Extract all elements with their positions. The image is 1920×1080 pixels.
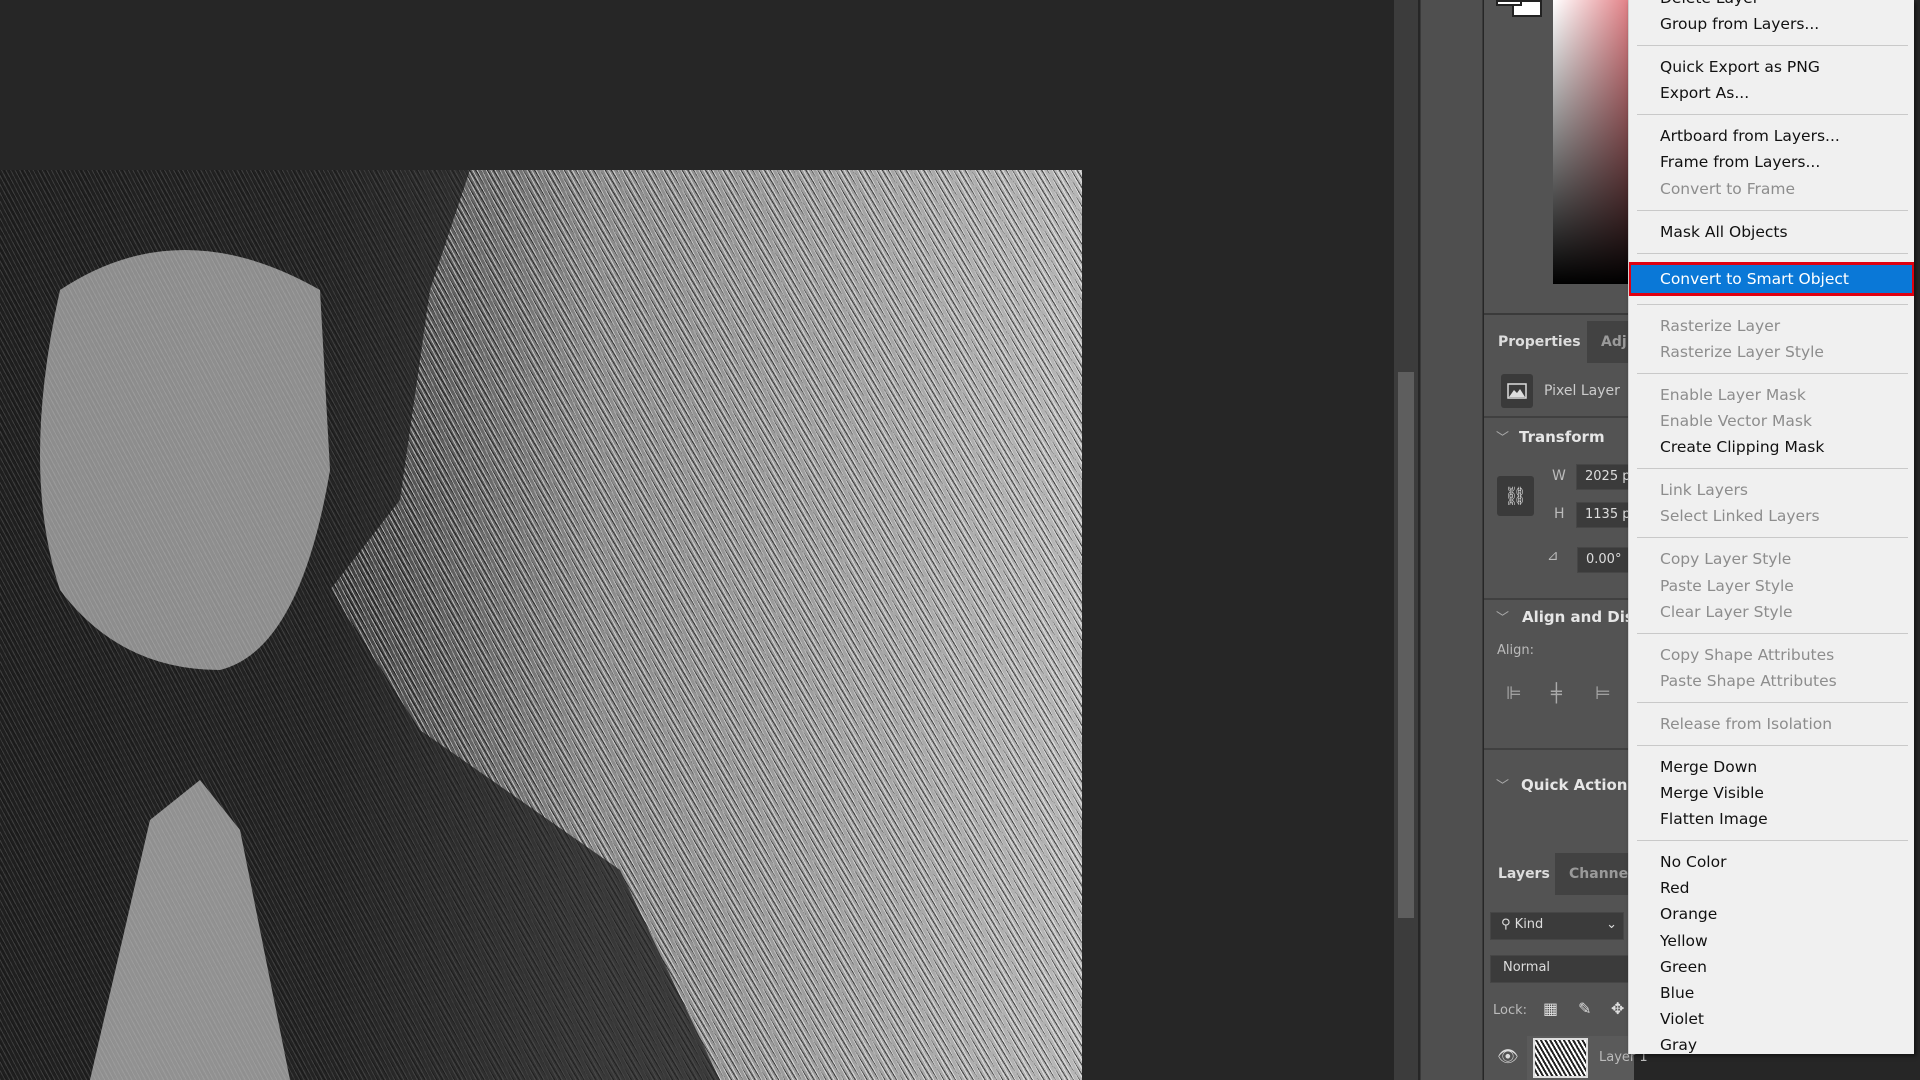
tab-layers[interactable]: Layers [1484, 853, 1555, 895]
menu-item-orange[interactable]: Orange [1629, 901, 1914, 927]
link-dimensions-icon[interactable]: ⛓ [1497, 476, 1534, 516]
blend-mode-select[interactable]: Normal [1490, 955, 1630, 983]
menu-separator [1629, 106, 1914, 123]
panel-dock-strip [1420, 0, 1483, 1080]
menu-item-convert-to-smart-object[interactable]: Convert to Smart Object [1629, 261, 1914, 296]
align-right-icon[interactable]: ⊨ [1595, 683, 1611, 704]
transform-section-title[interactable]: Transform [1519, 428, 1605, 446]
layer-thumbnail [1533, 1038, 1588, 1078]
menu-item-export-as[interactable]: Export As... [1629, 80, 1914, 106]
menu-item-artboard-from-layers[interactable]: Artboard from Layers... [1629, 123, 1914, 149]
foreground-color-swatch[interactable] [1496, 0, 1522, 6]
layer-type-label: Pixel Layer [1544, 383, 1620, 399]
sketch-figure [0, 170, 720, 1080]
divider [1484, 416, 1634, 418]
height-label: H [1554, 506, 1565, 522]
layer-context-menu: Delete LayerGroup from Layers... Quick Ex… [1628, 0, 1914, 1054]
menu-item-convert-to-frame: Convert to Frame [1660, 179, 1795, 198]
scrollbar-thumb[interactable] [1398, 372, 1414, 918]
menu-separator [1629, 694, 1914, 711]
menu-item-yellow[interactable]: Yellow [1629, 928, 1914, 954]
menu-item-no-color[interactable]: No Color [1629, 849, 1914, 875]
menu-item-rasterize-layer: Rasterize Layer [1660, 316, 1781, 335]
quick-actions-title[interactable]: Quick Actions [1521, 776, 1636, 794]
menu-separator [1629, 529, 1914, 546]
chevron-down-icon[interactable]: ﹀ [1496, 607, 1509, 626]
menu-item-violet[interactable]: Violet [1629, 1006, 1914, 1032]
divider [1484, 598, 1634, 600]
menu-separator [1629, 245, 1914, 262]
menu-item-release-from-isolation: Release from Isolation [1660, 714, 1833, 733]
pixel-layer-icon [1501, 374, 1533, 408]
tab-properties[interactable]: Properties [1484, 321, 1587, 363]
menu-item-paste-shape-attributes: Paste Shape Attributes [1660, 671, 1837, 690]
search-icon: ⚲ [1501, 917, 1511, 932]
menu-item-copy-layer-style: Copy Layer Style [1660, 550, 1792, 569]
menu-item-flatten-image[interactable]: Flatten Image [1629, 806, 1914, 832]
menu-item-link-layers: Link Layers [1660, 481, 1748, 500]
layers-tabbar: Layers Channe [1484, 853, 1634, 895]
menu-item-merge-visible[interactable]: Merge Visible [1629, 780, 1914, 806]
menu-item-merge-down[interactable]: Merge Down [1629, 754, 1914, 780]
menu-item-gray[interactable]: Gray [1629, 1032, 1914, 1054]
menu-separator [1629, 460, 1914, 477]
menu-item-create-clipping-mask[interactable]: Create Clipping Mask [1629, 434, 1914, 460]
menu-item-rasterize-layer-style: Rasterize Layer Style [1660, 342, 1824, 361]
menu-item-enable-layer-mask: Enable Layer Mask [1660, 385, 1806, 404]
menu-separator [1629, 296, 1914, 313]
menu-item-clear-layer-style: Clear Layer Style [1660, 602, 1793, 621]
tab-channels[interactable]: Channe [1555, 853, 1635, 895]
chevron-down-icon: ⌄ [1606, 917, 1617, 932]
menu-separator [1629, 365, 1914, 382]
align-left-icon[interactable]: ⊫ [1506, 683, 1522, 704]
width-input[interactable]: 2025 p [1576, 464, 1636, 490]
menu-separator [1629, 737, 1914, 754]
menu-item-paste-layer-style: Paste Layer Style [1660, 576, 1794, 595]
chevron-down-icon[interactable]: ﹀ [1496, 775, 1509, 794]
lock-position-icon[interactable]: ✥ [1611, 999, 1624, 1018]
document-image[interactable] [0, 170, 1082, 1080]
menu-item-copy-shape-attributes: Copy Shape Attributes [1660, 645, 1835, 664]
menu-separator [1629, 37, 1914, 54]
menu-item-blue[interactable]: Blue [1629, 980, 1914, 1006]
layer-filter-select[interactable]: ⚲ Kind ⌄ [1490, 912, 1624, 940]
menu-item-red[interactable]: Red [1629, 875, 1914, 901]
chevron-down-icon[interactable]: ﹀ [1496, 427, 1509, 446]
menu-item-select-linked-layers: Select Linked Layers [1660, 507, 1820, 526]
lock-transparent-pixels-icon[interactable]: ▦ [1543, 999, 1558, 1018]
align-center-icon[interactable]: ╪ [1551, 683, 1562, 704]
align-section-title[interactable]: Align and Dist [1522, 608, 1641, 626]
align-label: Align: [1497, 643, 1534, 658]
angle-icon: ⊿ [1547, 548, 1559, 564]
menu-item-frame-from-layers[interactable]: Frame from Layers... [1629, 149, 1914, 175]
filter-kind-label: Kind [1514, 917, 1544, 932]
menu-item-delete-layer[interactable]: Delete Layer [1629, 0, 1914, 11]
properties-tabbar: Properties Adj [1484, 321, 1634, 363]
menu-separator [1629, 832, 1914, 849]
divider [1484, 748, 1634, 750]
menu-separator [1629, 202, 1914, 219]
visibility-eye-icon[interactable]: 👁 [1497, 1047, 1519, 1067]
menu-item-quick-export-as-png[interactable]: Quick Export as PNG [1629, 54, 1914, 80]
width-label: W [1552, 468, 1566, 484]
menu-item-green[interactable]: Green [1629, 954, 1914, 980]
lock-label: Lock: [1493, 1003, 1528, 1018]
menu-item-enable-vector-mask: Enable Vector Mask [1660, 412, 1812, 431]
color-picker-field[interactable] [1553, 0, 1633, 284]
menu-item-group-from-layers[interactable]: Group from Layers... [1629, 11, 1914, 37]
lock-image-pixels-icon[interactable]: ✎ [1578, 999, 1591, 1018]
menu-separator [1629, 625, 1914, 642]
height-input[interactable]: 1135 p [1576, 502, 1636, 528]
menu-item-mask-all-objects[interactable]: Mask All Objects [1629, 219, 1914, 245]
